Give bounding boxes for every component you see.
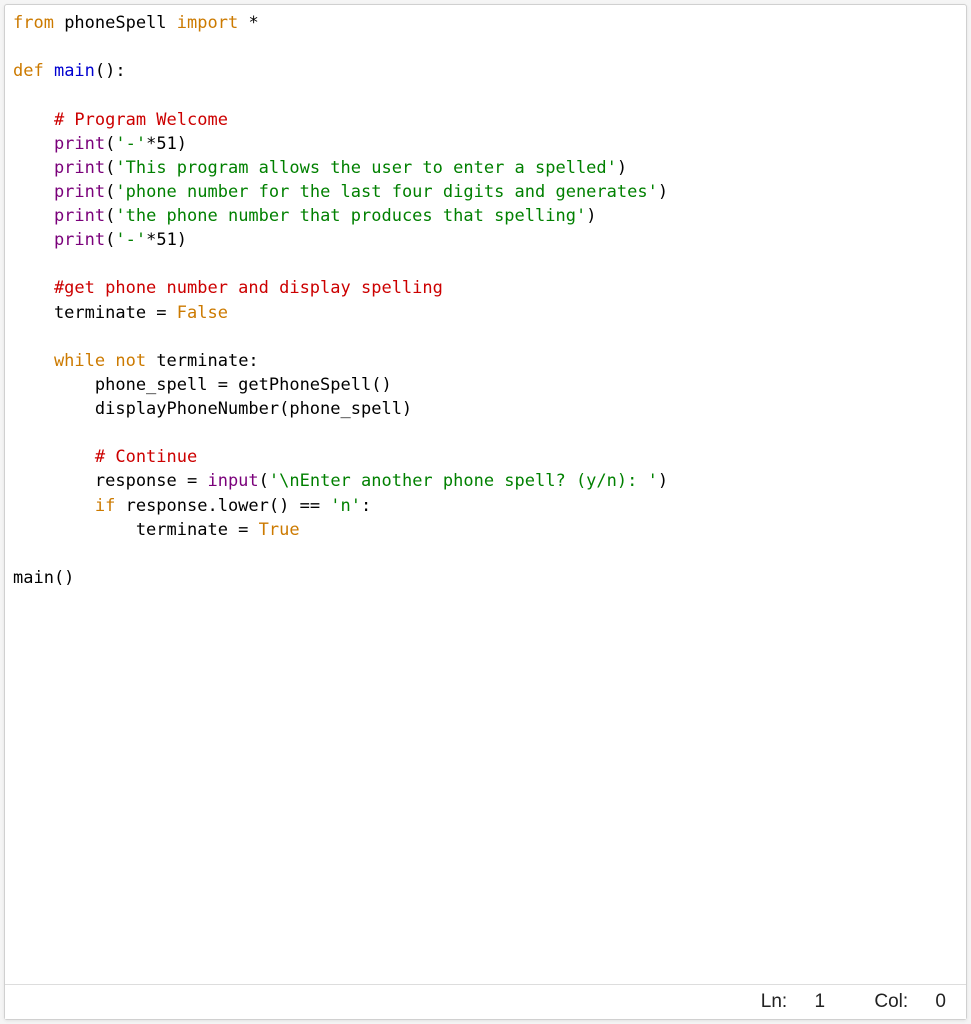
keyword-from: from bbox=[13, 13, 54, 33]
paren: ( bbox=[105, 134, 115, 154]
code-editor[interactable]: from phoneSpell import * def main(): # P… bbox=[5, 5, 966, 984]
function-name: main bbox=[44, 61, 95, 81]
string: 'phone number for the last four digits a… bbox=[115, 182, 657, 202]
paren: ) bbox=[658, 471, 668, 491]
keyword-true: True bbox=[259, 520, 300, 540]
comment: #get phone number and display spelling bbox=[13, 278, 443, 298]
builtin-print: print bbox=[13, 230, 105, 250]
builtin-print: print bbox=[13, 182, 105, 202]
code-text: *51) bbox=[146, 134, 187, 154]
builtin-print: print bbox=[13, 134, 105, 154]
paren: ) bbox=[586, 206, 596, 226]
paren: ) bbox=[617, 158, 627, 178]
code-text: displayPhoneNumber(phone_spell) bbox=[13, 399, 412, 419]
status-bar: Ln: 1 Col: 0 bbox=[5, 984, 966, 1019]
keyword-def: def bbox=[13, 61, 44, 81]
string: '\nEnter another phone spell? (y/n): ' bbox=[269, 471, 658, 491]
code-text: terminate = bbox=[13, 520, 259, 540]
paren: ( bbox=[105, 206, 115, 226]
code-text: main() bbox=[13, 568, 74, 588]
code-text: response.lower() == bbox=[115, 496, 330, 516]
module-name: phoneSpell bbox=[54, 13, 177, 33]
comment: # Program Welcome bbox=[13, 110, 228, 130]
code-text: terminate: bbox=[146, 351, 259, 371]
builtin-print: print bbox=[13, 158, 105, 178]
comment: # Continue bbox=[13, 447, 197, 467]
keyword-not: not bbox=[105, 351, 146, 371]
string: 'the phone number that produces that spe… bbox=[115, 206, 586, 226]
code-text: *51) bbox=[146, 230, 187, 250]
import-star: * bbox=[238, 13, 258, 33]
code-text: terminate = bbox=[13, 303, 177, 323]
code-text: phone_spell = getPhoneSpell() bbox=[13, 375, 392, 395]
builtin-input: input bbox=[207, 471, 258, 491]
keyword-import: import bbox=[177, 13, 238, 33]
paren: ) bbox=[658, 182, 668, 202]
colon: : bbox=[361, 496, 371, 516]
string: 'This program allows the user to enter a… bbox=[115, 158, 617, 178]
column-indicator: Col: 0 bbox=[852, 991, 946, 1012]
string: '-' bbox=[115, 230, 146, 250]
keyword-while: while bbox=[13, 351, 105, 371]
paren: ( bbox=[105, 230, 115, 250]
line-indicator: Ln: 1 bbox=[739, 991, 825, 1012]
string: 'n' bbox=[330, 496, 361, 516]
paren: ( bbox=[105, 158, 115, 178]
paren: ( bbox=[259, 471, 269, 491]
paren: ( bbox=[105, 182, 115, 202]
keyword-false: False bbox=[177, 303, 228, 323]
builtin-print: print bbox=[13, 206, 105, 226]
code-text: response = bbox=[13, 471, 207, 491]
paren: (): bbox=[95, 61, 126, 81]
string: '-' bbox=[115, 134, 146, 154]
keyword-if: if bbox=[13, 496, 115, 516]
editor-window: from phoneSpell import * def main(): # P… bbox=[4, 4, 967, 1020]
